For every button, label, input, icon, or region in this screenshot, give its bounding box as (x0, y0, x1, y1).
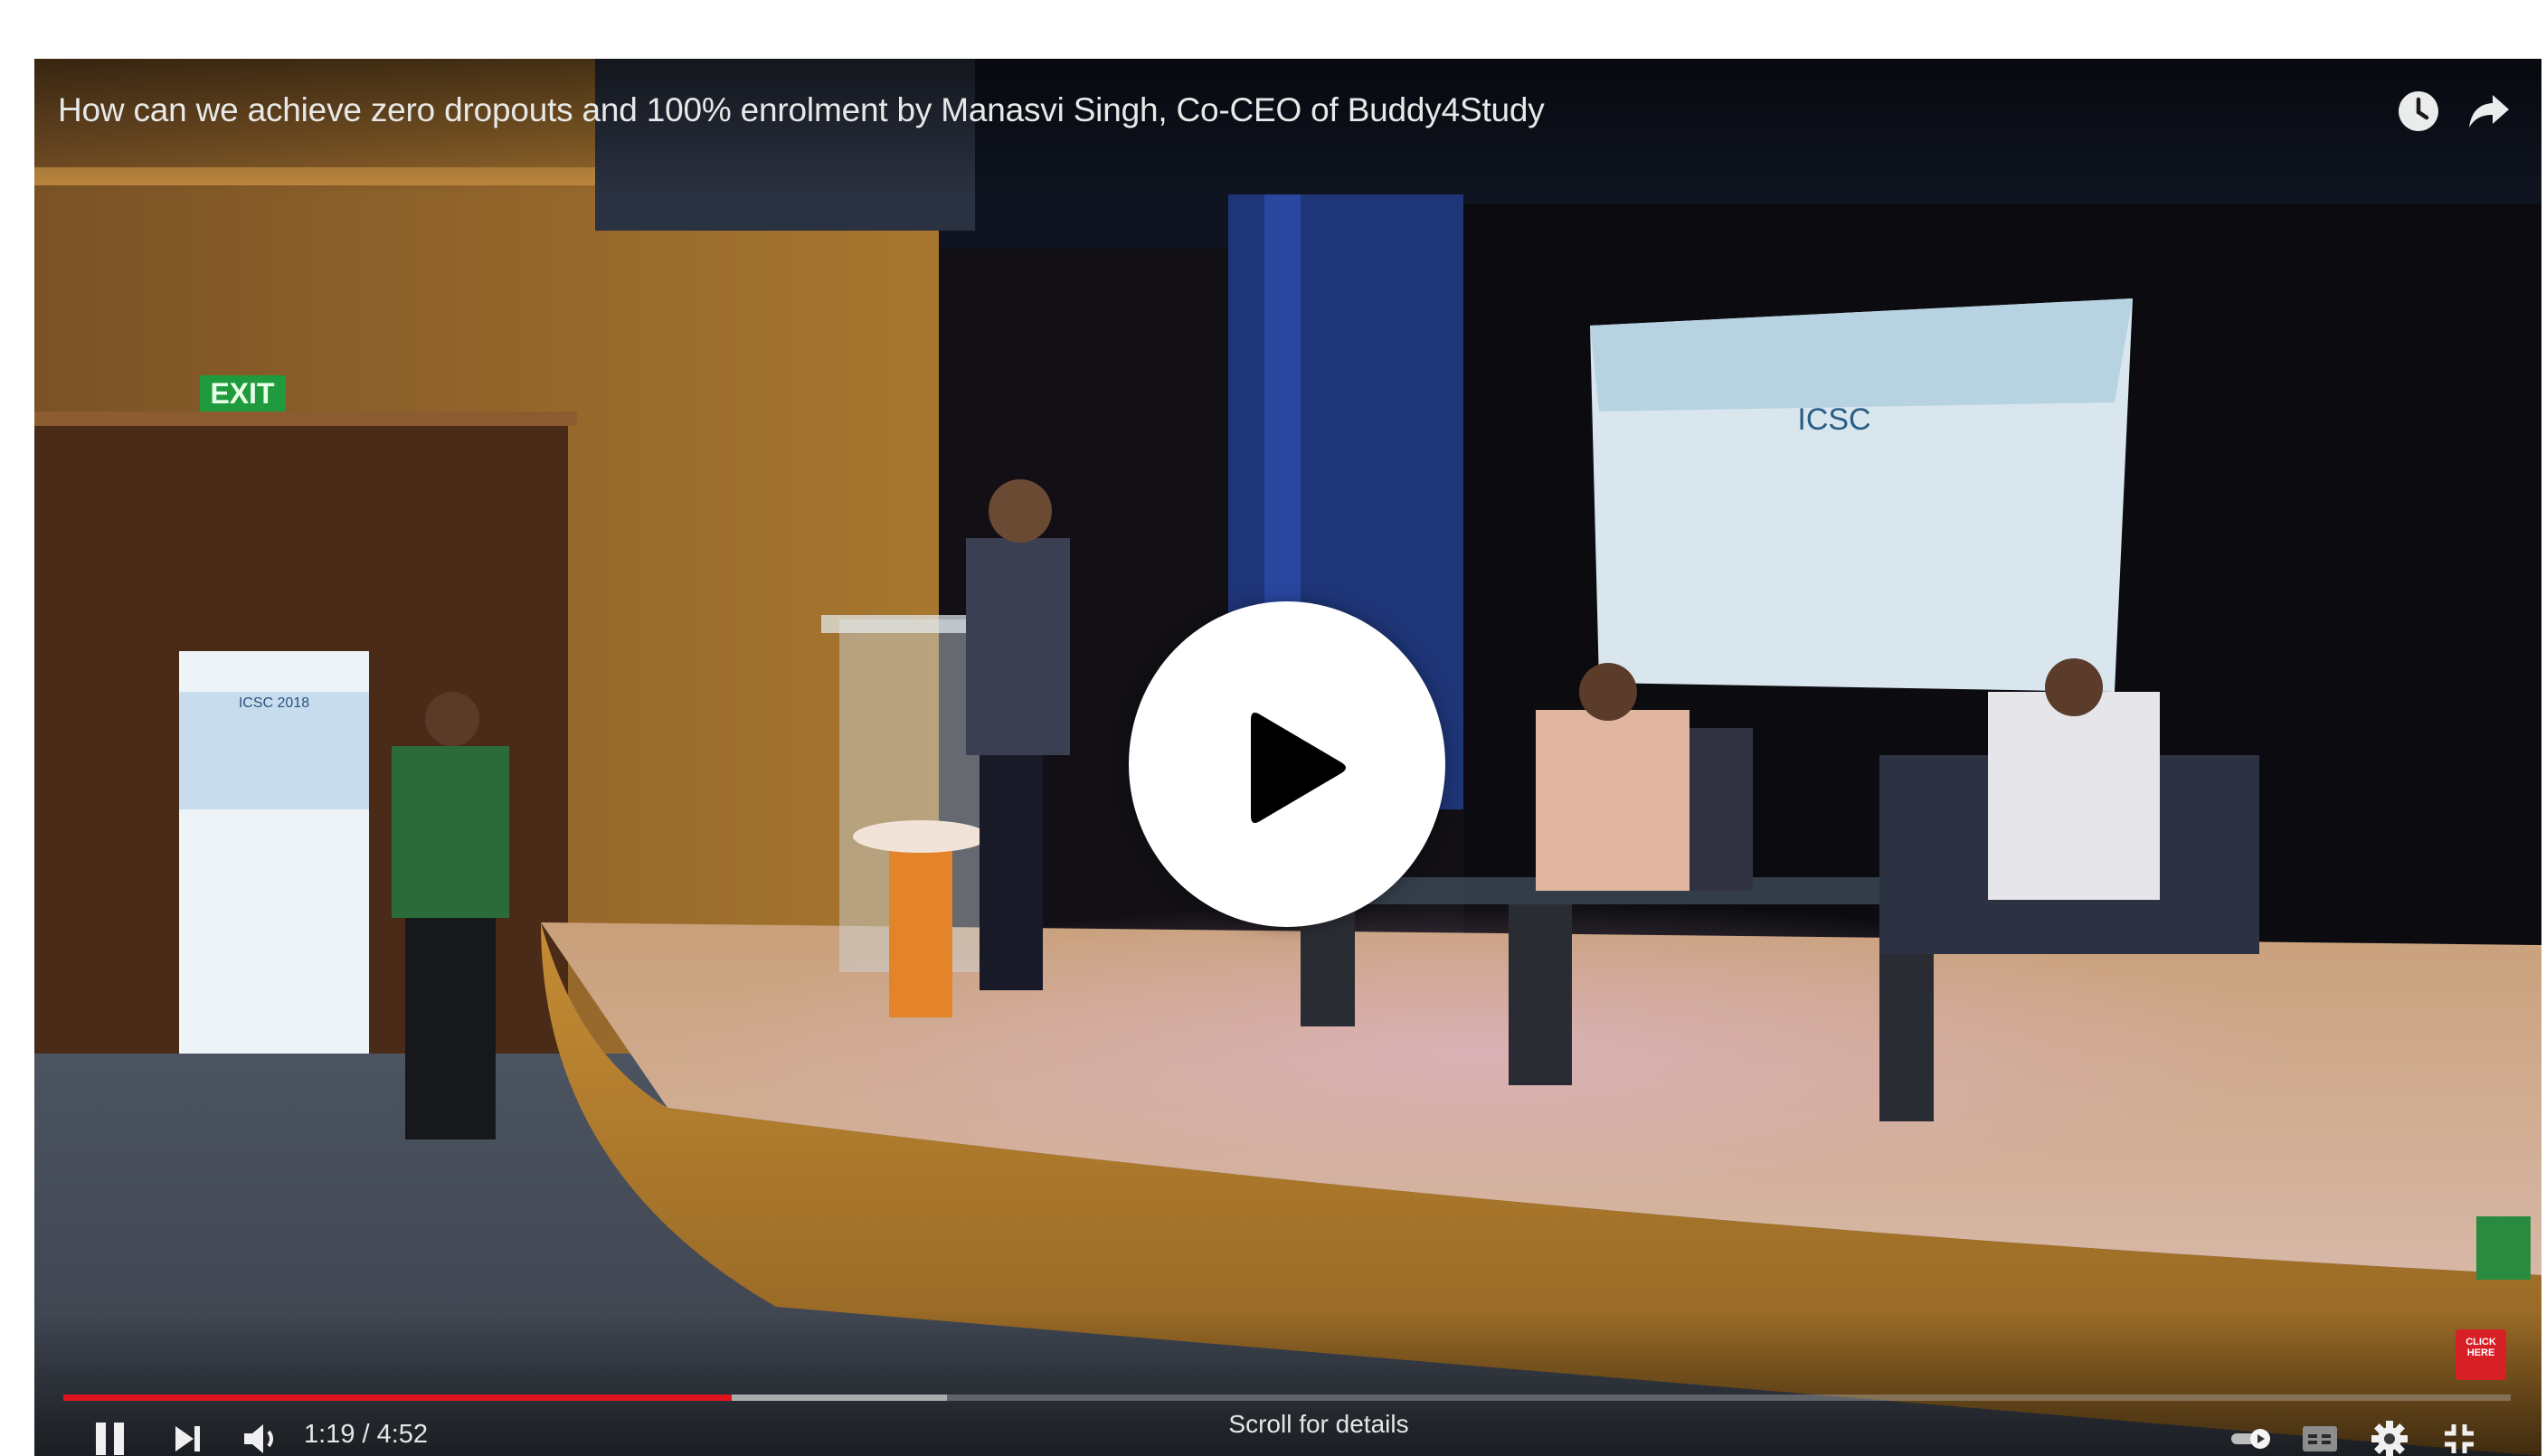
pause-button[interactable] (90, 1415, 130, 1456)
settings-button[interactable] (2366, 1415, 2413, 1456)
exit-fullscreen-icon (2445, 1424, 2474, 1453)
autoplay-toggle[interactable] (2228, 1415, 2278, 1456)
video-player[interactable]: EXIT ICSC ICSC 2018 How can we achieve z… (34, 59, 2541, 1456)
large-play-button[interactable] (1129, 601, 1445, 927)
cta-badge[interactable]: CLICK HERE (2456, 1329, 2506, 1380)
share-icon[interactable] (2466, 88, 2513, 135)
exit-fullscreen-button[interactable] (2436, 1415, 2483, 1456)
progress-bar[interactable] (63, 1395, 2511, 1401)
settings-icon (2371, 1421, 2408, 1456)
pause-icon (96, 1423, 124, 1455)
captions-icon (2303, 1426, 2337, 1451)
backdrop-text: ICSC (1797, 402, 1870, 437)
captions-button[interactable] (2297, 1415, 2343, 1456)
volume-button[interactable] (241, 1415, 284, 1456)
time-display: 1:19 / 4:52 (304, 1420, 429, 1449)
next-icon (175, 1426, 200, 1451)
banner-text: ICSC 2018 (239, 695, 309, 711)
play-icon (1251, 713, 1346, 823)
autoplay-toggle-icon (2231, 1429, 2270, 1449)
next-button[interactable] (170, 1415, 206, 1456)
watch-later-icon[interactable] (2395, 88, 2442, 135)
progress-played (63, 1395, 732, 1401)
scroll-hint[interactable]: Scroll for details (1183, 1410, 1454, 1439)
volume-icon (244, 1424, 273, 1453)
exit-sign-text: EXIT (210, 377, 275, 410)
video-title[interactable]: How can we achieve zero dropouts and 100… (58, 91, 1545, 129)
